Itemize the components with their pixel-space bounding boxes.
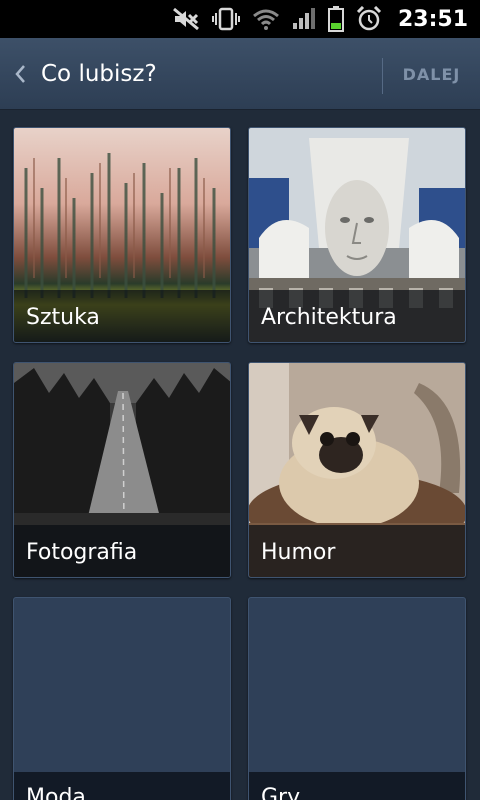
wifi-icon	[252, 0, 280, 38]
category-tile-architektura[interactable]: Architektura	[248, 127, 466, 343]
vibrate-icon	[211, 0, 240, 38]
alarm-icon	[356, 0, 382, 38]
category-tile-humor[interactable]: Humor	[248, 362, 466, 578]
signal-icon	[292, 0, 316, 38]
category-label: Gry	[261, 785, 301, 800]
category-label: Moda	[26, 785, 86, 800]
chevron-left-icon[interactable]	[12, 60, 28, 88]
category-grid: Sztuka Architektura Fotografia Humor Mod…	[0, 110, 480, 800]
category-label: Fotografia	[26, 540, 138, 565]
status-bar: 23:51	[0, 0, 480, 38]
page-title: Co lubisz?	[41, 61, 157, 87]
category-tile-sztuka[interactable]: Sztuka	[13, 127, 231, 343]
category-tile-moda[interactable]: Moda	[13, 597, 231, 800]
action-bar: Co lubisz? DALEJ	[0, 38, 480, 110]
battery-icon	[327, 0, 344, 38]
mute-icon	[172, 0, 200, 38]
category-label: Humor	[261, 540, 336, 565]
category-label: Sztuka	[26, 305, 100, 330]
status-clock: 23:51	[397, 6, 468, 32]
category-label: Architektura	[261, 305, 397, 330]
category-tile-gry[interactable]: Gry	[248, 597, 466, 800]
category-tile-fotografia[interactable]: Fotografia	[13, 362, 231, 578]
next-button[interactable]: DALEJ	[383, 38, 480, 110]
